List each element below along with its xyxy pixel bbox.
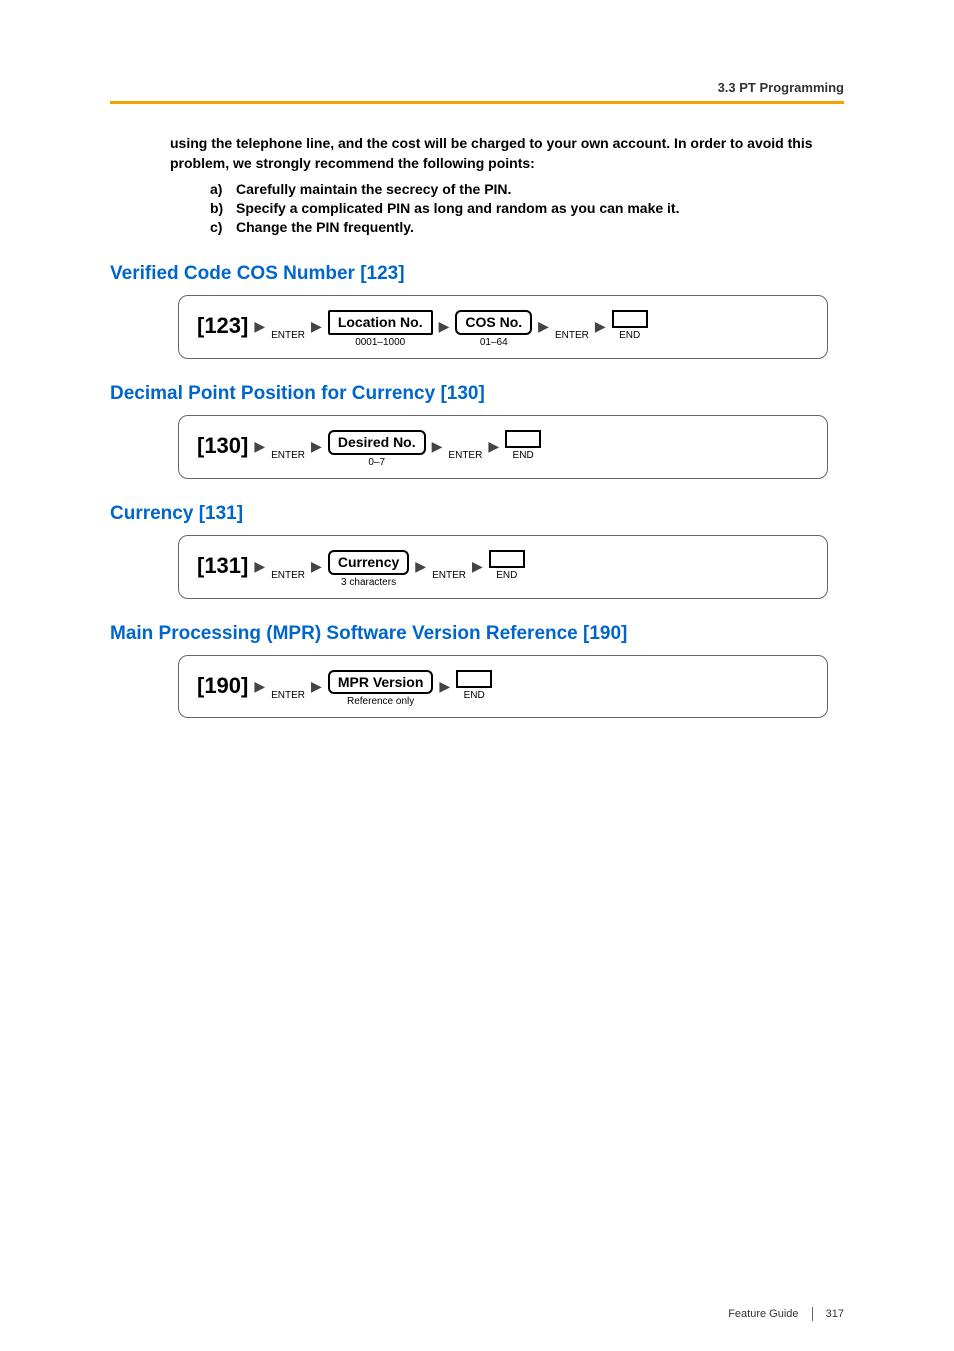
flowchart-130: [130] ▶ ENTER ENTER ▶ Desired No. 0–7 ▶ … xyxy=(178,415,828,479)
arrow-icon: ▶ xyxy=(252,310,267,335)
flowchart-131: [131] ▶ ENTER ENTER ▶ Currency 3 charact… xyxy=(178,535,828,599)
enter-caption: ENTER xyxy=(271,570,305,581)
breadcrumb: 3.3 PT Programming xyxy=(110,80,844,95)
section-title-123: Verified Code COS Number [123] xyxy=(110,263,844,285)
location-no-box: Location No. xyxy=(328,310,433,335)
arrow-icon: ▶ xyxy=(252,430,267,455)
header-rule xyxy=(110,101,844,104)
cos-no-range: 01–64 xyxy=(480,337,508,348)
desired-no-range: 0–7 xyxy=(368,457,385,468)
end-box xyxy=(456,670,492,688)
arrow-icon: ▶ xyxy=(437,670,452,695)
end-box xyxy=(489,550,525,568)
arrow-icon: ▶ xyxy=(430,430,445,455)
currency-box: Currency xyxy=(328,550,409,575)
end-caption: END xyxy=(619,330,640,341)
arrow-icon: ▶ xyxy=(486,430,501,455)
end-box xyxy=(612,310,648,328)
arrow-icon: ▶ xyxy=(470,550,485,575)
arrow-icon: ▶ xyxy=(309,430,324,455)
list-item: c) Change the PIN frequently. xyxy=(210,219,844,235)
list-item-label: b) xyxy=(210,200,236,216)
enter-caption: ENTER xyxy=(271,330,305,341)
recommendation-list: a) Carefully maintain the secrecy of the… xyxy=(210,181,844,235)
arrow-icon: ▶ xyxy=(252,670,267,695)
prog-code: [131] xyxy=(197,550,248,577)
list-item-text: Change the PIN frequently. xyxy=(236,219,414,235)
desired-no-box: Desired No. xyxy=(328,430,426,455)
prog-code: [190] xyxy=(197,670,248,697)
location-no-range: 0001–1000 xyxy=(355,337,405,348)
end-caption: END xyxy=(513,450,534,461)
arrow-icon: ▶ xyxy=(593,310,608,335)
list-item-label: c) xyxy=(210,219,236,235)
enter-caption: ENTER xyxy=(555,330,589,341)
mpr-version-box: MPR Version xyxy=(328,670,434,695)
section-title-131: Currency [131] xyxy=(110,503,844,525)
list-item-text: Specify a complicated PIN as long and ra… xyxy=(236,200,679,216)
footer-page: 317 xyxy=(826,1308,844,1320)
prog-code: [130] xyxy=(197,430,248,457)
arrow-icon: ▶ xyxy=(536,310,551,335)
list-item: b) Specify a complicated PIN as long and… xyxy=(210,200,844,216)
arrow-icon: ▶ xyxy=(437,310,452,335)
enter-caption: ENTER xyxy=(448,450,482,461)
arrow-icon: ▶ xyxy=(309,670,324,695)
prog-code: [123] xyxy=(197,310,248,337)
arrow-icon: ▶ xyxy=(309,550,324,575)
end-box xyxy=(505,430,541,448)
section-title-190: Main Processing (MPR) Software Version R… xyxy=(110,623,844,645)
cos-no-box: COS No. xyxy=(455,310,532,335)
enter-caption: ENTER xyxy=(432,570,466,581)
list-item-text: Carefully maintain the secrecy of the PI… xyxy=(236,181,511,197)
list-item: a) Carefully maintain the secrecy of the… xyxy=(210,181,844,197)
mpr-version-note: Reference only xyxy=(347,696,414,707)
enter-caption: ENTER xyxy=(271,450,305,461)
end-caption: END xyxy=(464,690,485,701)
intro-paragraph: using the telephone line, and the cost w… xyxy=(170,134,844,173)
section-title-130: Decimal Point Position for Currency [130… xyxy=(110,383,844,405)
arrow-icon: ▶ xyxy=(252,550,267,575)
list-item-label: a) xyxy=(210,181,236,197)
page-footer: Feature Guide 317 xyxy=(728,1307,844,1321)
arrow-icon: ▶ xyxy=(309,310,324,335)
footer-guide: Feature Guide xyxy=(728,1308,798,1320)
flowchart-123: [123] ▶ ENTER ENTER ▶ Location No. 0001–… xyxy=(178,295,828,359)
enter-caption: ENTER xyxy=(271,690,305,701)
flowchart-190: [190] ▶ ENTER ENTER ▶ MPR Version Refere… xyxy=(178,655,828,719)
end-caption: END xyxy=(496,570,517,581)
currency-note: 3 characters xyxy=(341,577,396,588)
footer-divider xyxy=(812,1307,813,1321)
arrow-icon: ▶ xyxy=(413,550,428,575)
